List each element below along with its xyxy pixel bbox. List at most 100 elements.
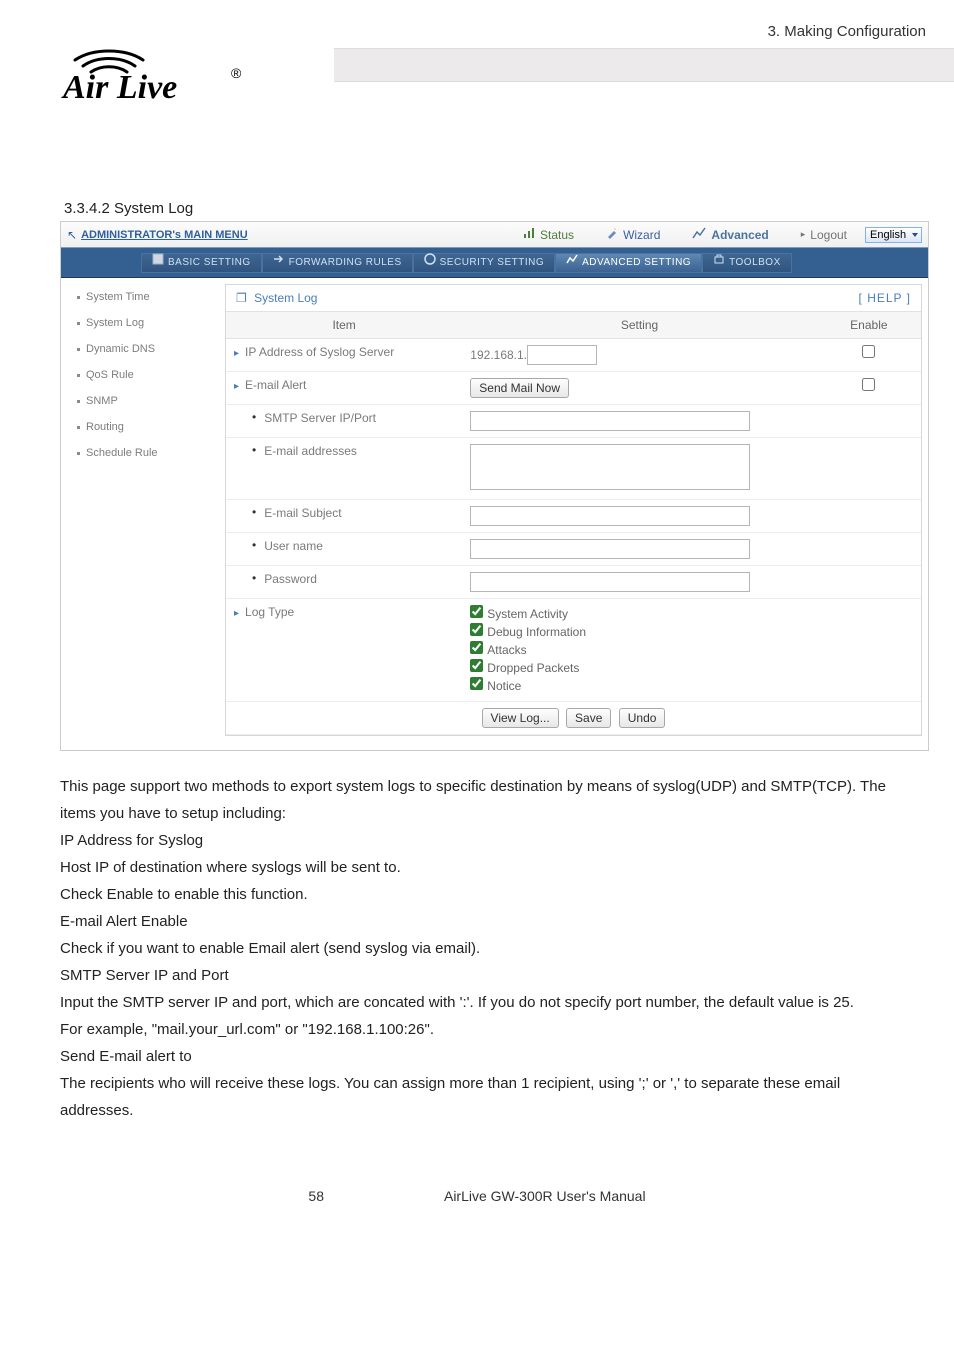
desc-l2: Host IP of destination where syslogs wil… [60,854,894,881]
logout-link[interactable]: ▸ Logout [787,222,861,247]
email-addresses-textarea[interactable] [470,444,750,490]
syslog-enable-checkbox[interactable] [862,345,875,358]
desc-l3: Check Enable to enable this function. [60,881,894,908]
chapter-banner [334,48,954,82]
system-log-panel: ❐ System Log [ HELP ] Item Setting Enabl… [225,284,922,736]
panel-header: ❐ System Log [ HELP ] [226,285,921,312]
desc-p1: This page support two methods to export … [60,773,894,827]
sidebar-item-schedule-rule[interactable]: Schedule Rule [61,440,221,466]
syslog-ip-input[interactable] [527,345,597,365]
desc-l1: IP Address for Syslog [60,827,894,854]
status-link[interactable]: Status [509,222,588,247]
chk-notice[interactable]: Notice [470,677,808,693]
cursor-icon: ↖ [67,228,77,242]
tab-basic-setting[interactable]: BASIC SETTING [141,253,262,273]
sidebar-item-system-log[interactable]: System Log [61,310,221,336]
admin-app: ↖ ADMINISTRATOR's MAIN MENU Status Wizar… [60,221,929,751]
main-panel-area: ❐ System Log [ HELP ] Item Setting Enabl… [221,278,928,750]
email-addr-label: E-mail addresses [226,438,462,500]
row-email-alert: E-mail Alert Send Mail Now [226,372,921,405]
col-item: Item [226,312,462,339]
email-subject-label: E-mail Subject [226,500,462,533]
chk-dropped-packets[interactable]: Dropped Packets [470,659,808,675]
col-enable: Enable [817,312,921,339]
svg-text:Air Live: Air Live [61,69,177,104]
forwarding-icon [273,253,285,273]
row-email-subject: E-mail Subject [226,500,921,533]
row-log-type: Log Type System Activity Debug Informati… [226,599,921,702]
undo-button[interactable]: Undo [619,708,666,728]
section-heading: 3.3.4.2 System Log [64,200,954,217]
sidebar-item-routing[interactable]: Routing [61,414,221,440]
basic-icon [152,253,164,273]
chk-system-activity[interactable]: System Activity [470,605,808,621]
wizard-label: Wizard [623,228,660,242]
email-subject-input[interactable] [470,506,750,526]
panel-title: System Log [254,291,317,305]
sidebar-item-qos-rule[interactable]: QoS Rule [61,362,221,388]
save-button[interactable]: Save [566,708,611,728]
tab-forwarding-rules[interactable]: FORWARDING RULES [262,253,413,273]
smtp-label: SMTP Server IP/Port [226,405,462,438]
settings-table: Item Setting Enable IP Address of Syslog… [226,312,921,735]
status-label: Status [540,228,574,242]
logout-label: Logout [810,228,847,242]
username-label: User name [226,533,462,566]
manual-title: AirLive GW-300R User's Manual [444,1188,646,1204]
tab-advanced-label: ADVANCED SETTING [582,253,691,273]
description-text: This page support two methods to export … [60,773,894,1124]
sidebar-item-label: System Log [86,317,144,329]
tab-toolbox-label: TOOLBOX [729,253,781,273]
tab-advanced-setting[interactable]: ADVANCED SETTING [555,253,702,273]
row-syslog-ip: IP Address of Syslog Server 192.168.1. [226,339,921,372]
password-input[interactable] [470,572,750,592]
desc-l9: Send E-mail alert to [60,1043,894,1070]
wizard-link[interactable]: Wizard [592,222,674,247]
smtp-input[interactable] [470,411,750,431]
tab-security-label: SECURITY SETTING [440,253,545,273]
language-selector[interactable]: English [865,227,922,243]
desc-l8: For example, "mail.your_url.com" or "192… [60,1016,894,1043]
chk-debug-info[interactable]: Debug Information [470,623,808,639]
panel-title-icon: ❐ [236,291,247,305]
wizard-icon [606,227,618,242]
chk-attacks[interactable]: Attacks [470,641,808,657]
airlive-logo: Air Live ® [55,42,260,104]
tab-security-setting[interactable]: SECURITY SETTING [413,253,556,273]
sidebar-item-label: System Time [86,291,150,303]
tab-toolbox[interactable]: TOOLBOX [702,253,792,273]
syslog-ip-label: IP Address of Syslog Server [226,339,462,372]
sidebar-item-dynamic-dns[interactable]: Dynamic DNS [61,336,221,362]
desc-l5: Check if you want to enable Email alert … [60,935,894,962]
desc-l6: SMTP Server IP and Port [60,962,894,989]
send-mail-button[interactable]: Send Mail Now [470,378,569,398]
sidebar-item-system-time[interactable]: System Time [61,284,221,310]
main-menu-label: ADMINISTRATOR's MAIN MENU [81,229,505,241]
desc-l7: Input the SMTP server IP and port, which… [60,989,894,1016]
doc-footer: 58 AirLive GW-300R User's Manual [0,1188,954,1234]
advanced-label: Advanced [711,228,768,242]
logout-arrow-icon: ▸ [801,229,806,240]
sidebar-item-snmp[interactable]: SNMP [61,388,221,414]
log-type-options: System Activity Debug Information Attack… [462,599,816,702]
admin-top-bar: ↖ ADMINISTRATOR's MAIN MENU Status Wizar… [61,222,928,248]
row-buttons: View Log... Save Undo [226,702,921,735]
help-link[interactable]: [ HELP ] [859,291,911,305]
chapter-title: 3. Making Configuration [768,23,926,40]
sidebar-item-label: Routing [86,421,124,433]
syslog-ip-prefix: 192.168.1. [470,348,527,362]
col-setting: Setting [462,312,816,339]
email-alert-enable-checkbox[interactable] [862,378,875,391]
status-icon [523,227,535,242]
sidebar-item-label: SNMP [86,395,118,407]
sidebar-item-label: Schedule Rule [86,447,158,459]
row-email-addresses: E-mail addresses [226,438,921,500]
advanced-link[interactable]: Advanced [678,222,782,247]
username-input[interactable] [470,539,750,559]
advanced-tab-icon [566,253,578,273]
row-smtp: SMTP Server IP/Port [226,405,921,438]
desc-l4: E-mail Alert Enable [60,908,894,935]
language-select[interactable]: English [865,227,922,243]
view-log-button[interactable]: View Log... [482,708,559,728]
advanced-icon [692,227,706,242]
